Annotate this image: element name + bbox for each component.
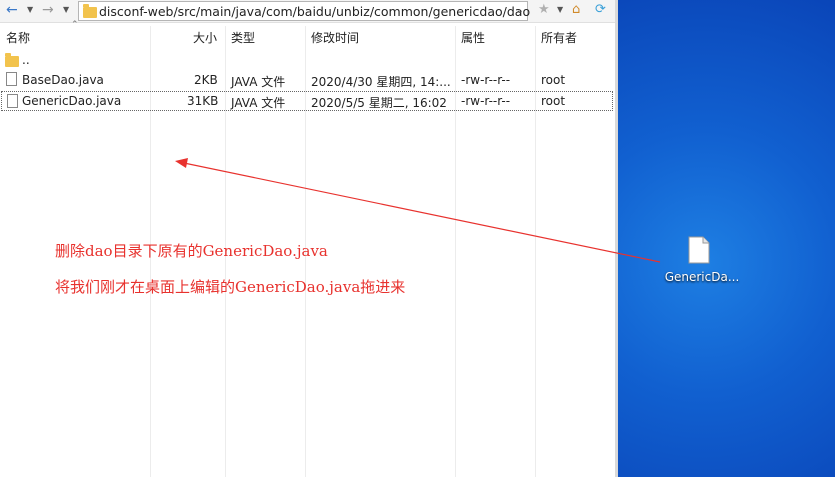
arrow-head bbox=[175, 158, 188, 168]
arrow-line bbox=[183, 162, 661, 263]
drag-arrow bbox=[175, 158, 661, 263]
